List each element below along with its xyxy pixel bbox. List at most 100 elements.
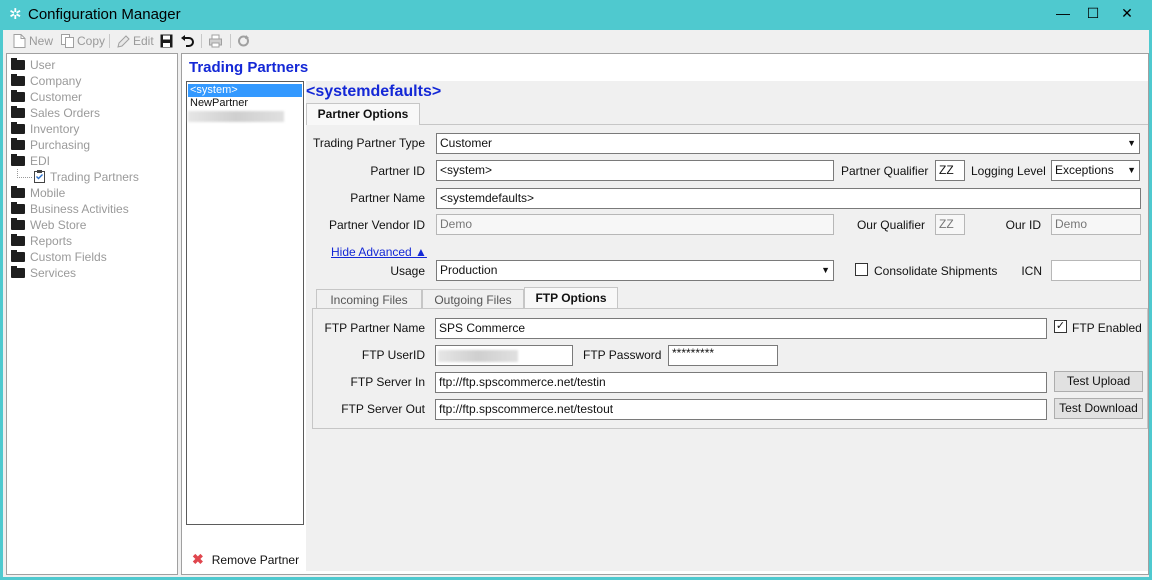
ftp-server-in-label: FTP Server In [350,375,425,389]
partner-list-item-selected[interactable]: <system> [188,84,302,97]
nav-item-business-activities[interactable]: Business Activities [11,201,129,217]
partner-list[interactable]: <system> NewPartner [186,81,304,525]
test-download-button[interactable]: Test Download [1054,398,1143,419]
new-label: New [29,34,54,48]
edit-button[interactable]: Edit [117,33,154,49]
folder-open-icon [11,154,25,166]
ftp-server-in-field[interactable]: ftp://ftp.spscommerce.net/testin [435,372,1047,393]
nav-label: EDI [30,154,51,168]
new-document-icon [13,34,26,48]
folder-icon [11,218,25,230]
partner-name-field[interactable]: <systemdefaults> [436,188,1141,209]
nav-item-mobile[interactable]: Mobile [11,185,65,201]
trading-partner-type-select[interactable]: Customer ▼ [436,133,1140,154]
minimize-button[interactable]: — [1047,2,1079,24]
nav-item-edi[interactable]: EDI [11,153,50,169]
icn-field[interactable] [1051,260,1141,281]
folder-icon [11,106,25,118]
partner-name-label: Partner Name [350,191,425,205]
redacted-text [188,111,284,122]
title-bar: ✲ Configuration Manager — ☐ ✕ [3,0,1149,30]
copy-button[interactable]: Copy [61,33,105,49]
edit-label: Edit [133,34,154,48]
chevron-down-icon: ▼ [821,265,830,275]
tab-incoming-files[interactable]: Incoming Files [316,289,422,309]
save-button[interactable] [160,33,176,49]
partner-id-field[interactable]: <system> [436,160,834,181]
delete-icon: ✖ [192,551,204,567]
folder-icon [11,186,25,198]
nav-label: Business Activities [30,202,129,216]
nav-item-sales-orders[interactable]: Sales Orders [11,105,100,121]
nav-item-company[interactable]: Company [11,73,81,89]
save-icon [160,34,173,48]
refresh-button[interactable] [237,33,253,49]
nav-item-purchasing[interactable]: Purchasing [11,137,90,153]
toolbar-separator [201,34,202,48]
nav-label: Sales Orders [30,106,101,120]
ftp-options-panel: FTP Partner Name SPS Commerce ✓ FTP Enab… [312,308,1148,429]
logging-level-label: Logging Level [971,164,1046,178]
toolbar-separator [109,34,110,48]
undo-icon [181,35,194,47]
maximize-button[interactable]: ☐ [1077,2,1109,24]
folder-icon [11,90,25,102]
nav-label: Mobile [30,186,66,200]
consolidate-shipments-label: Consolidate Shipments [874,264,998,278]
nav-item-customer[interactable]: Customer [11,89,82,105]
our-qualifier-label: Our Qualifier [856,218,925,232]
usage-select[interactable]: Production ▼ [436,260,834,281]
nav-label: Web Store [30,218,87,232]
nav-label: Company [30,74,82,88]
ftp-password-field[interactable]: ********* [668,345,778,366]
app-window: ✲ Configuration Manager — ☐ ✕ New Copy E… [0,0,1152,580]
partner-list-item[interactable]: NewPartner [188,97,302,110]
tab-ftp-options[interactable]: FTP Options [524,287,618,309]
nav-item-services[interactable]: Services [11,265,76,281]
nav-item-web-store[interactable]: Web Store [11,217,86,233]
nav-item-trading-partners[interactable]: Trading Partners [17,169,139,185]
ftp-partner-name-label: FTP Partner Name [324,321,425,335]
nav-label: Inventory [30,122,80,136]
chevron-down-icon: ▼ [1127,165,1136,175]
our-qualifier-field[interactable]: ZZ [935,214,965,235]
nav-label: Custom Fields [30,250,107,264]
nav-item-reports[interactable]: Reports [11,233,72,249]
nav-item-custom-fields[interactable]: Custom Fields [11,249,107,265]
consolidate-shipments-checkbox[interactable] [855,263,868,276]
nav-label: Trading Partners [50,170,139,184]
hide-advanced-link[interactable]: Hide Advanced ▲ [331,245,427,259]
nav-label: Services [30,266,77,280]
our-id-field[interactable]: Demo [1051,214,1141,235]
folder-icon [11,234,25,246]
test-upload-button[interactable]: Test Upload [1054,371,1143,392]
print-button[interactable] [209,33,225,49]
undo-button[interactable] [181,33,197,49]
tab-outgoing-files[interactable]: Outgoing Files [422,289,524,309]
close-button[interactable]: ✕ [1111,2,1143,24]
toolbar-separator [230,34,231,48]
folder-icon [11,250,25,262]
folder-icon [11,202,25,214]
tab-partner-options[interactable]: Partner Options [306,103,420,125]
ftp-partner-name-field[interactable]: SPS Commerce [435,318,1047,339]
partner-list-item-redacted[interactable] [188,110,302,123]
new-button[interactable]: New [13,33,53,49]
partner-qualifier-field[interactable]: ZZ [935,160,965,181]
logging-level-select[interactable]: Exceptions ▼ [1051,160,1140,181]
remove-partner-button[interactable]: ✖ Remove Partner [192,551,299,568]
ftp-userid-field[interactable] [435,345,573,366]
main-panel: Trading Partners <system> NewPartner ✖ Re… [181,53,1149,575]
navigation-tree: User Company Customer Sales Orders Inven… [6,53,178,575]
ftp-enabled-checkbox[interactable]: ✓ [1054,320,1067,333]
nav-item-inventory[interactable]: Inventory [11,121,79,137]
partner-id-label: Partner ID [370,164,425,178]
nav-item-user[interactable]: User [11,57,55,73]
tree-connector [17,169,32,178]
copy-label: Copy [77,34,106,48]
partner-vendor-id-field[interactable]: Demo [436,214,834,235]
nav-label: Purchasing [30,138,91,152]
folder-icon [11,266,25,278]
ftp-server-out-field[interactable]: ftp://ftp.spscommerce.net/testout [435,399,1047,420]
clipboard-icon [34,170,45,183]
